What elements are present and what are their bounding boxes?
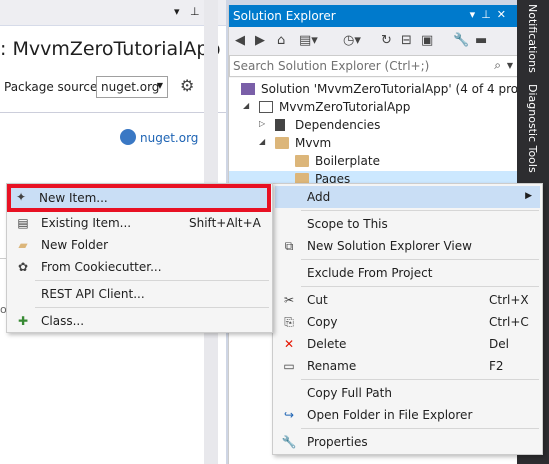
existing-item-icon: ▤ xyxy=(17,216,29,230)
menu-item-scope-to-this[interactable]: Scope to This xyxy=(275,213,540,235)
open-folder-icon: ↪ xyxy=(283,408,295,422)
show-all-files-icon[interactable]: ▣ xyxy=(421,33,433,48)
menu-item-open-folder-in-file-explorer[interactable]: ↪ Open Folder in File Explorer xyxy=(275,404,540,426)
divider xyxy=(0,112,226,113)
tree-item-solution[interactable]: Solution 'MvvmZeroTutorialApp' (4 of 4 p… xyxy=(229,81,549,99)
dropdown-arrow-icon[interactable]: ▾ xyxy=(470,8,482,21)
expanded-arrow-icon[interactable]: ◢ xyxy=(243,101,249,110)
tree-item-label: MvvmZeroTutorialApp xyxy=(279,100,411,114)
rename-icon: ▭ xyxy=(283,359,295,373)
menu-item-rename[interactable]: ▭ Rename F2 xyxy=(275,355,540,377)
package-source-label: Package source: xyxy=(4,80,102,94)
menu-separator xyxy=(301,379,539,380)
back-icon[interactable]: ◀ xyxy=(235,33,245,48)
expanded-arrow-icon[interactable]: ◢ xyxy=(259,137,265,146)
wrench-icon[interactable]: 🔧 xyxy=(453,33,469,48)
solution-explorer-search[interactable]: ⌕ ▼ xyxy=(229,55,518,77)
menu-item-copy-full-path[interactable]: Copy Full Path xyxy=(275,382,540,404)
menu-separator xyxy=(35,280,269,281)
copy-icon: ⎘ xyxy=(284,315,294,329)
search-input[interactable] xyxy=(233,58,483,74)
menu-item-label: New Item... xyxy=(39,191,108,205)
new-folder-icon: ▰ xyxy=(18,238,28,252)
home-icon[interactable]: ⌂ xyxy=(277,33,285,48)
menu-item-new-item[interactable]: ✦ New Item... xyxy=(7,184,271,212)
menu-item-new-solution-explorer-view[interactable]: ⧉ New Solution Explorer View xyxy=(275,235,540,257)
notifications-tab[interactable]: Notifications xyxy=(526,4,539,73)
solution-explorer-title: Solution Explorer xyxy=(233,9,336,23)
tree-item-label: Mvvm xyxy=(295,136,332,150)
menu-item-delete[interactable]: ✕ Delete Del xyxy=(275,333,540,355)
menu-item-new-folder[interactable]: ▰ New Folder xyxy=(9,234,270,256)
menu-separator xyxy=(301,286,539,287)
package-source-select[interactable]: nuget.org ▼ xyxy=(96,76,168,98)
submenu-arrow-icon: ▶ xyxy=(525,191,532,201)
folder-icon xyxy=(275,137,289,149)
menu-separator xyxy=(301,259,539,260)
search-icon[interactable]: ⌕ xyxy=(494,58,501,73)
context-menu: Add ▶ Scope to This ⧉ New Solution Explo… xyxy=(272,183,543,455)
wrench-icon: 🔧 xyxy=(281,435,297,449)
class-icon: ✚ xyxy=(17,314,29,328)
menu-item-exclude-from-project[interactable]: Exclude From Project xyxy=(275,262,540,284)
nuget-org-link-label: nuget.org xyxy=(140,131,199,145)
menu-item-existing-item[interactable]: ▤ Existing Item... Shift+Alt+A xyxy=(9,212,270,234)
pin-icon[interactable]: ⊥ xyxy=(481,8,497,21)
tree-item-label: Solution 'MvvmZeroTutorialApp' (4 of 4 p… xyxy=(261,82,549,96)
collapse-all-icon[interactable]: ⊟ xyxy=(401,33,412,48)
folder-icon xyxy=(295,173,309,183)
cut-icon: ✂ xyxy=(283,293,295,307)
menu-item-from-cookiecutter[interactable]: ✿ From Cookiecutter... xyxy=(9,256,270,278)
nuget-org-link[interactable]: nuget.org xyxy=(120,129,198,145)
close-icon[interactable]: ✕ xyxy=(497,8,512,21)
package-source-value: nuget.org xyxy=(101,80,160,94)
refresh-icon[interactable]: ↻ xyxy=(381,33,392,48)
menu-item-add[interactable]: Add ▶ xyxy=(275,186,540,208)
menu-separator xyxy=(301,210,539,211)
csharp-project-icon xyxy=(259,101,273,113)
new-view-icon: ⧉ xyxy=(284,239,294,253)
new-item-icon: ✦ xyxy=(15,190,27,204)
history-icon[interactable]: ◷▾ xyxy=(343,33,361,48)
tree-item-pages[interactable]: Pages xyxy=(229,171,518,183)
tree-item-project[interactable]: ◢ MvvmZeroTutorialApp xyxy=(229,99,518,117)
delete-icon: ✕ xyxy=(283,337,295,351)
menu-separator xyxy=(301,428,539,429)
nuget-panel-titlebar: ▾ ⊥ ✱ xyxy=(0,0,226,26)
collapsed-arrow-icon[interactable]: ▷ xyxy=(259,119,265,128)
tree-item-label: Boilerplate xyxy=(315,154,380,168)
folder-icon xyxy=(295,155,309,167)
chevron-down-icon: ▼ xyxy=(156,81,163,90)
preview-icon[interactable]: ▬ xyxy=(475,33,487,48)
pin-icon[interactable]: ⊥ xyxy=(190,5,200,18)
nuget-page-title: : MvvmZeroTutorialApp xyxy=(0,38,221,60)
globe-icon xyxy=(120,129,136,145)
solution-explorer-titlebar: Solution Explorer ▾⊥✕ xyxy=(229,5,518,27)
switch-views-icon[interactable]: ▤▾ xyxy=(299,33,318,48)
dependencies-icon xyxy=(275,119,285,131)
menu-separator xyxy=(35,307,269,308)
tree-item-label: Dependencies xyxy=(295,118,381,132)
chevron-down-icon[interactable]: ▼ xyxy=(507,61,513,70)
tree-item-dependencies[interactable]: ▷ Dependencies xyxy=(229,117,518,135)
solution-icon xyxy=(241,83,255,95)
menu-item-properties[interactable]: 🔧 Properties xyxy=(275,431,540,453)
diagnostic-tools-tab[interactable]: Diagnostic Tools xyxy=(526,84,539,173)
menu-item-rest-api-client[interactable]: REST API Client... xyxy=(9,283,270,305)
menu-item-copy[interactable]: ⎘ Copy Ctrl+C xyxy=(275,311,540,333)
cookiecutter-icon: ✿ xyxy=(17,260,29,274)
forward-icon[interactable]: ▶ xyxy=(255,33,265,48)
settings-gear-icon[interactable]: ⚙ xyxy=(180,76,194,95)
tree-item-boilerplate[interactable]: Boilerplate xyxy=(229,153,518,171)
menu-item-cut[interactable]: ✂ Cut Ctrl+X xyxy=(275,289,540,311)
tree-item-label: Pages xyxy=(315,172,351,183)
solution-explorer-toolbar: ◀ ▶ ⌂ ▤▾ ◷▾ ↻ ⊟ ▣ 🔧 ▬ xyxy=(229,27,518,55)
menu-item-class[interactable]: ✚ Class... xyxy=(9,310,270,332)
dropdown-arrow-icon[interactable]: ▾ xyxy=(174,5,180,18)
tree-item-mvvm[interactable]: ◢ Mvvm xyxy=(229,135,518,153)
